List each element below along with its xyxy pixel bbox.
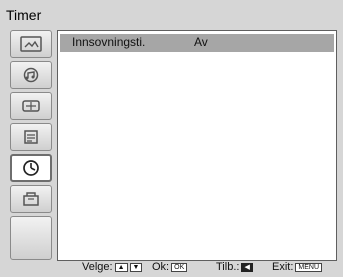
sound-icon (23, 67, 39, 83)
timer-icon (23, 160, 39, 176)
sidebar-item-screen-control[interactable] (10, 92, 52, 120)
menu-row-sleep-timer[interactable]: Innsovningsti. Av (60, 34, 334, 52)
menu-sidebar (8, 30, 56, 260)
footer-select: Velge: ▲ ▼ (82, 261, 143, 273)
menu-title: Timer (6, 7, 42, 23)
menu-row-value: Av (194, 35, 208, 49)
back-arrow-key-icon: ◀ (241, 262, 253, 272)
features-icon (24, 130, 38, 144)
footer-select-label: Velge: (82, 261, 113, 273)
sidebar-item-timer[interactable] (10, 154, 52, 182)
footer-exit-label: Exit: (272, 261, 294, 273)
sidebar-item-picture[interactable] (10, 30, 52, 58)
footer-ok-label: Ok: (152, 261, 170, 273)
menu-key-icon: MENU (295, 262, 323, 272)
sidebar-item-blank[interactable] (10, 216, 52, 260)
footer-back-label: Tilb.: (216, 261, 240, 273)
footer-ok: Ok: OK (152, 261, 188, 273)
sidebar-item-sound[interactable] (10, 61, 52, 89)
menu-row-label: Innsovningsti. (72, 35, 146, 49)
sidebar-item-setup[interactable] (10, 185, 52, 213)
screen-control-icon (22, 100, 40, 112)
setup-icon (23, 192, 39, 206)
down-arrow-key-icon: ▼ (129, 262, 143, 272)
footer-exit: Exit: MENU (272, 261, 323, 273)
footer-help: Velge: ▲ ▼ Ok: OK Tilb.: ◀ Exit: MENU (82, 259, 337, 275)
up-arrow-key-icon: ▲ (114, 262, 128, 272)
footer-back: Tilb.: ◀ (216, 261, 253, 273)
menu-panel: Innsovningsti. Av (57, 30, 337, 261)
picture-icon (20, 36, 42, 52)
tv-menu-screen: Timer Innsovningsti. Av Velge: ▲ ▼ Ok: O… (0, 0, 343, 277)
sidebar-item-features[interactable] (10, 123, 52, 151)
ok-key-icon: OK (171, 262, 188, 272)
